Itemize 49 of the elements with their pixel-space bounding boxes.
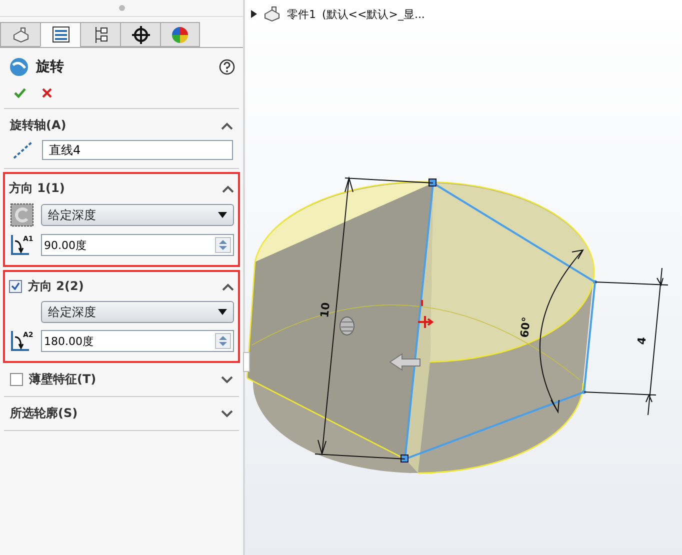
reverse-direction-icon[interactable] [10, 203, 34, 227]
panel-tab[interactable] [80, 22, 120, 47]
dashed-line-icon [12, 140, 34, 160]
dimension-value[interactable]: 4 [635, 336, 649, 346]
axis-field[interactable]: 直线4 [42, 140, 233, 160]
handle-icon[interactable] [340, 316, 354, 336]
collapse-icon[interactable] [221, 122, 233, 130]
spin-buttons[interactable] [215, 237, 231, 253]
help-icon[interactable] [219, 59, 235, 75]
collapse-icon[interactable] [222, 282, 234, 290]
angle-field[interactable]: 90.00度 [41, 234, 234, 256]
part-icon [263, 6, 281, 22]
checkbox[interactable] [9, 280, 22, 293]
feature-title: 旋转 [36, 58, 65, 76]
section-title: 方向 2(2) [28, 278, 85, 295]
section-title: 旋转轴(A) [10, 117, 68, 134]
panel-tab[interactable] [40, 22, 80, 47]
section-title: 所选轮廓(S) [10, 405, 79, 422]
expand-icon[interactable] [221, 376, 233, 384]
panel-tab[interactable] [0, 22, 40, 47]
list-icon [52, 26, 70, 43]
dropdown-caret-icon [218, 212, 227, 218]
confirm-icon[interactable] [14, 88, 26, 98]
dimension-value[interactable]: 10 [318, 302, 333, 318]
checkbox[interactable] [10, 373, 23, 386]
part-icon [12, 26, 30, 42]
end-condition-dropdown[interactable]: 给定深度 [41, 204, 234, 226]
spin-buttons[interactable] [215, 333, 231, 349]
dropdown-caret-icon [218, 309, 227, 315]
tree-icon [92, 26, 108, 44]
section-title: 薄壁特征(T) [29, 371, 98, 388]
end-condition-dropdown[interactable]: 给定深度 [41, 301, 234, 323]
origin-icon [417, 299, 434, 329]
angle-field[interactable]: 180.00度 [41, 330, 234, 352]
direction-arrow-icon[interactable] [389, 353, 420, 371]
color-wheel-icon [171, 26, 189, 44]
expand-arrow-icon[interactable] [251, 10, 257, 18]
expand-icon[interactable] [221, 410, 233, 418]
panel-tab[interactable] [120, 22, 160, 47]
grip-dot[interactable] [118, 5, 124, 11]
cancel-icon[interactable] [42, 88, 52, 98]
dimension-value[interactable]: 60° [518, 316, 534, 338]
configuration-label: (默认<<默认>_显... [322, 6, 425, 22]
section-title: 方向 1(1) [9, 180, 66, 197]
part-name[interactable]: 零件1 [287, 6, 316, 22]
revolve-icon [8, 56, 30, 78]
crosshair-icon [132, 26, 150, 44]
splitter-handle[interactable] [243, 352, 250, 372]
collapse-icon[interactable] [222, 184, 234, 192]
